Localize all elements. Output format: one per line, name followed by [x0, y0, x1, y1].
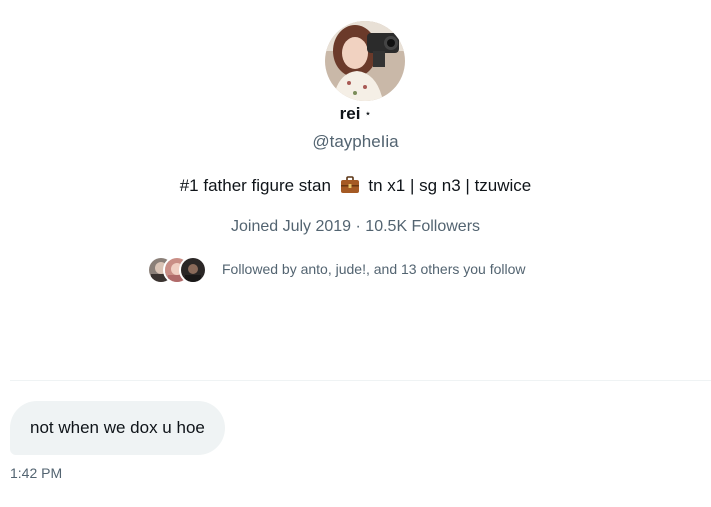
followed-by-row[interactable]: Followed by anto, jude!, and 13 others y… [147, 255, 526, 284]
bio-text-start: #1 father figure stan [179, 176, 331, 195]
profile-meta: Joined July 2019 · 10.5K Followers [0, 216, 711, 238]
profile-handle[interactable]: @taypheIia [0, 131, 711, 153]
message-timestamp: 1:42 PM [10, 465, 63, 481]
briefcase-emoji-icon [340, 176, 360, 194]
bio-text-end: tn x1 | sg n3 | tzuwice [368, 176, 532, 195]
divider [10, 380, 711, 381]
followers-count[interactable]: 10.5K Followers [365, 218, 480, 235]
dm-conversation-view: rei ⋆ @taypheIia #1 father figure stan tn… [0, 0, 711, 507]
joined-date: Joined July 2019 [230, 218, 352, 235]
follower-avatar [179, 256, 207, 284]
sparkle-star-icon: ⋆ [364, 108, 372, 120]
profile-avatar[interactable] [325, 21, 405, 101]
meta-separator: · [351, 218, 366, 235]
profile-bio: #1 father figure stan tn x1 | sg n3 | tz… [0, 174, 711, 198]
display-name[interactable]: rei [340, 104, 361, 123]
display-name-row: rei ⋆ [0, 103, 711, 125]
followed-by-text[interactable]: Followed by anto, jude!, and 13 others y… [222, 259, 526, 279]
follower-avatar-stack [147, 255, 207, 284]
message-bubble[interactable]: not when we dox u hoe [10, 401, 225, 455]
